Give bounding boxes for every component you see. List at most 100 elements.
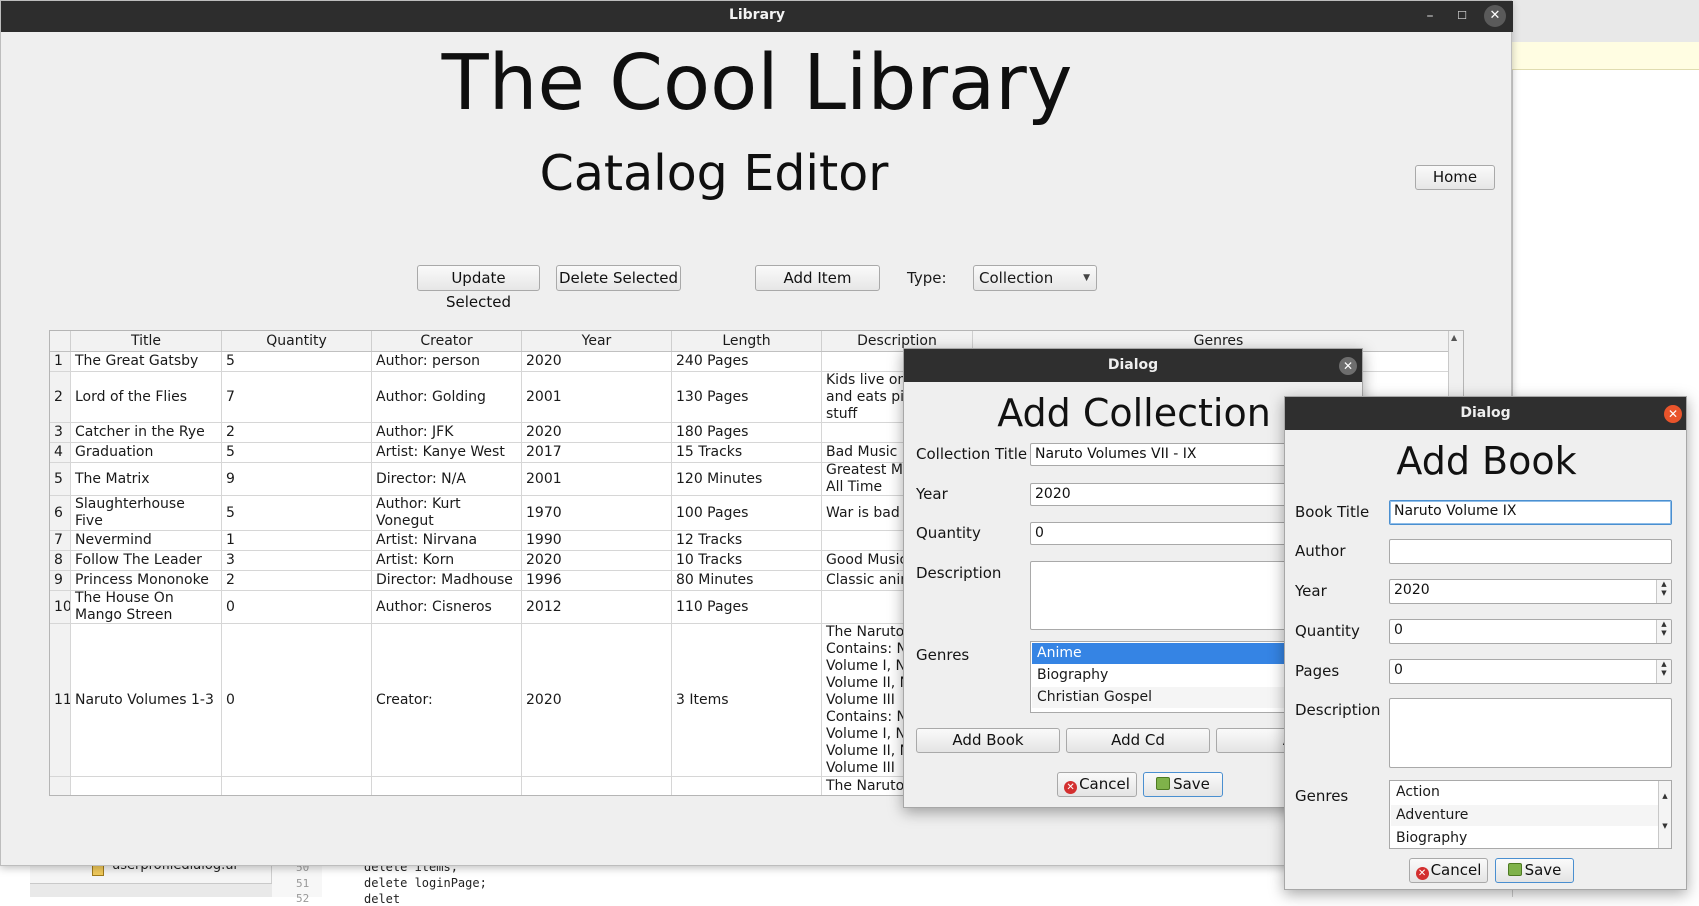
row-number[interactable]: 10 [50,591,71,623]
cell-creator[interactable]: Author: JFK [372,423,522,442]
spin-arrows-icon[interactable]: ▲ ▼ [1656,620,1671,643]
delete-selected-button[interactable]: Delete Selected [556,265,681,291]
cell-length[interactable]: 130 Pages [672,372,822,422]
column-header-length[interactable]: Length [672,331,822,351]
maximize-icon[interactable]: ☐ [1451,5,1473,27]
cell-length[interactable]: 15 Tracks [672,443,822,462]
dialog-titlebar[interactable]: Dialog ✕ [1285,397,1686,430]
book-title-input[interactable]: Naruto Volume IX [1389,500,1672,525]
cell-year[interactable]: 1990 [522,531,672,550]
cell-creator[interactable]: Director: Madhouse [372,571,522,590]
cell-creator[interactable]: Author: Golding [372,372,522,422]
cell-year[interactable]: 2020 [522,624,672,776]
row-number[interactable] [50,777,71,795]
cell-title[interactable]: The Great Gatsby [71,352,222,371]
row-number[interactable]: 3 [50,423,71,442]
cell-title[interactable]: Nevermind [71,531,222,550]
row-number[interactable]: 4 [50,443,71,462]
cell-year[interactable]: 2020 [522,551,672,570]
cell-quantity[interactable]: 3 [222,551,372,570]
home-button[interactable]: Home [1415,165,1495,190]
cell-year[interactable]: 1996 [522,571,672,590]
cell-quantity[interactable]: 5 [222,352,372,371]
ide-tree-scrollbar[interactable] [30,883,272,897]
year-spinbox[interactable]: 2020 ▲ ▼ [1389,579,1672,604]
author-input[interactable] [1389,539,1672,564]
column-header-year[interactable]: Year [522,331,672,351]
add-cd-button[interactable]: Add Cd [1066,728,1210,753]
cell-title[interactable]: Princess Mononoke [71,571,222,590]
cell-length[interactable]: 10 Tracks [672,551,822,570]
spin-arrows-icon[interactable]: ▲ ▼ [1656,660,1671,683]
row-number[interactable]: 5 [50,463,71,495]
cell-quantity[interactable]: 9 [222,463,372,495]
table-corner[interactable] [50,331,71,351]
cell-creator[interactable]: Author: Kurt Vonegut [372,496,522,530]
cell-creator[interactable]: Artist: Korn [372,551,522,570]
cell-length[interactable]: 180 Pages [672,423,822,442]
cell-length[interactable] [672,777,822,795]
cell-quantity[interactable]: 7 [222,372,372,422]
cell-length[interactable]: 80 Minutes [672,571,822,590]
cell-quantity[interactable]: 0 [222,624,372,776]
cell-title[interactable]: Follow The Leader [71,551,222,570]
cell-length[interactable]: 12 Tracks [672,531,822,550]
row-number[interactable]: 11 [50,624,71,776]
description-textarea[interactable] [1389,698,1672,768]
minimize-icon[interactable]: – [1419,5,1441,27]
cell-length[interactable]: 240 Pages [672,352,822,371]
close-icon[interactable]: ✕ [1484,5,1506,27]
close-icon[interactable]: ✕ [1339,357,1357,375]
scroll-up-icon[interactable]: ▲ [1451,333,1457,342]
row-number[interactable]: 8 [50,551,71,570]
cell-creator[interactable]: Author: Cisneros [372,591,522,623]
cell-quantity[interactable]: 5 [222,443,372,462]
cell-creator[interactable] [372,777,522,795]
add-book-button[interactable]: Add Book [916,728,1060,753]
genre-item-biography[interactable]: Biography [1391,828,1670,848]
cell-creator[interactable]: Artist: Kanye West [372,443,522,462]
column-header-quantity[interactable]: Quantity [222,331,372,351]
cell-creator[interactable]: Director: N/A [372,463,522,495]
cell-title[interactable]: Graduation [71,443,222,462]
cell-year[interactable]: 2020 [522,423,672,442]
cell-year[interactable]: 2001 [522,463,672,495]
window-titlebar[interactable]: Library – ☐ ✕ [1,1,1513,32]
cell-length[interactable]: 100 Pages [672,496,822,530]
cell-creator[interactable]: Creator: [372,624,522,776]
cell-length[interactable]: 110 Pages [672,591,822,623]
quantity-spinbox[interactable]: 0 ▲ ▼ [1389,619,1672,644]
column-header-title[interactable]: Title [71,331,222,351]
code-line[interactable]: delet [364,892,400,906]
cell-year[interactable]: 2017 [522,443,672,462]
cell-title[interactable]: The House On Mango Streen [71,591,222,623]
cell-quantity[interactable] [222,777,372,795]
cell-quantity[interactable]: 2 [222,423,372,442]
list-scrollbar[interactable]: ▲ ▼ [1658,781,1671,848]
add-item-button[interactable]: Add Item [755,265,880,291]
save-button[interactable]: Save [1143,772,1223,797]
cell-quantity[interactable]: 5 [222,496,372,530]
cell-year[interactable]: 1970 [522,496,672,530]
cancel-button[interactable]: ✕ Cancel [1409,858,1488,883]
pages-spinbox[interactable]: 0 ▲ ▼ [1389,659,1672,684]
close-icon[interactable]: ✕ [1664,405,1682,423]
genre-item-adventure[interactable]: Adventure [1391,805,1670,826]
row-number[interactable]: 6 [50,496,71,530]
cell-title[interactable] [71,777,222,795]
cell-title[interactable]: Slaughterhouse Five [71,496,222,530]
save-button[interactable]: Save [1495,858,1574,883]
cell-title[interactable]: Lord of the Flies [71,372,222,422]
cell-year[interactable]: 2020 [522,352,672,371]
row-number[interactable]: 7 [50,531,71,550]
cell-year[interactable]: 2012 [522,591,672,623]
genres-list[interactable]: Action Adventure Biography ▲ ▼ [1389,780,1672,849]
spin-arrows-icon[interactable]: ▲ ▼ [1656,580,1671,603]
cell-year[interactable] [522,777,672,795]
cell-length[interactable]: 120 Minutes [672,463,822,495]
cell-title[interactable]: Naruto Volumes 1-3 [71,624,222,776]
cell-title[interactable]: Catcher in the Rye [71,423,222,442]
dialog-titlebar[interactable]: Dialog ✕ [904,349,1362,382]
code-line[interactable]: delete loginPage; [364,876,487,890]
cell-creator[interactable]: Artist: Nirvana [372,531,522,550]
